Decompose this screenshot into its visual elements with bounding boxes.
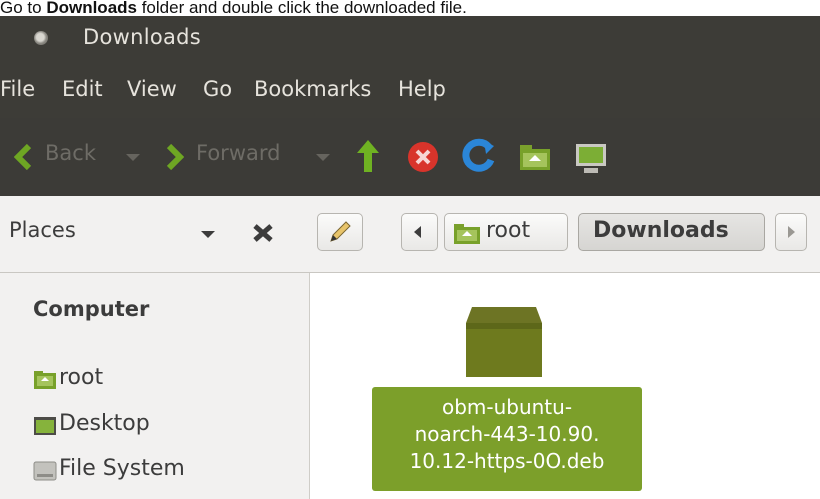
menu-bar: File Edit View Go Bookmarks Help (0, 66, 820, 118)
window-titlebar: Downloads (0, 16, 820, 66)
sidebar-item-label: root (59, 365, 104, 390)
window-close-dot-icon[interactable] (34, 31, 48, 45)
menu-help[interactable]: Help (398, 77, 446, 101)
caption-prefix: Go to (0, 0, 47, 17)
package-icon[interactable] (462, 301, 546, 381)
edit-location-button[interactable] (317, 213, 363, 251)
menu-view[interactable]: View (127, 77, 177, 101)
up-arrow-icon[interactable] (354, 138, 382, 174)
file-item-selected[interactable]: obm-ubuntu- noarch-443-10.90. 10.12-http… (372, 387, 642, 491)
home-folder-icon (34, 371, 56, 389)
file-name-line: noarch-443-10.90. (414, 422, 600, 446)
forward-button[interactable]: Forward (196, 141, 280, 165)
pencil-icon (330, 221, 351, 242)
close-sidebar-icon[interactable] (252, 223, 274, 243)
path-left-button[interactable] (401, 213, 438, 251)
path-right-button[interactable] (775, 213, 807, 251)
path-downloads-button[interactable]: Downloads (578, 213, 765, 251)
menu-go[interactable]: Go (203, 77, 232, 101)
path-downloads-label: Downloads (593, 218, 729, 243)
forward-dropdown-icon[interactable] (316, 154, 330, 161)
drive-icon (33, 461, 57, 481)
sidebar-heading: Computer (33, 297, 150, 321)
sidebar-item-label: Desktop (59, 411, 150, 436)
home-folder-icon (454, 224, 480, 244)
forward-arrow-icon[interactable] (166, 144, 184, 170)
file-name-line: 10.12-https-0O.deb (409, 449, 605, 473)
desktop-icon (34, 417, 56, 435)
back-button[interactable]: Back (45, 141, 96, 165)
reload-icon[interactable] (462, 138, 496, 174)
sidebar-item-label: File System (59, 456, 185, 481)
sidebar: Computer root Desktop File System (0, 273, 310, 499)
back-dropdown-icon[interactable] (126, 154, 140, 161)
caption-suffix: folder and double click the downloaded f… (136, 0, 467, 17)
computer-icon[interactable] (574, 142, 608, 176)
back-arrow-icon[interactable] (14, 144, 32, 170)
right-arrow-icon (788, 226, 795, 238)
menu-file[interactable]: File (0, 77, 35, 101)
caption-bold: Downloads (46, 0, 137, 17)
file-view: obm-ubuntu- noarch-443-10.90. 10.12-http… (310, 273, 820, 499)
home-folder-icon[interactable] (518, 142, 552, 172)
file-name-line: obm-ubuntu- (441, 395, 573, 419)
left-arrow-icon (414, 226, 421, 238)
window-title: Downloads (83, 25, 202, 49)
places-dropdown[interactable]: Places (9, 218, 76, 242)
stop-icon[interactable] (406, 140, 440, 174)
toolbar: Back Forward (0, 118, 820, 198)
path-root-button[interactable]: root (444, 213, 568, 251)
menu-edit[interactable]: Edit (62, 77, 103, 101)
location-bar: Places root Downloads (0, 196, 820, 273)
places-chevron-down-icon[interactable] (201, 231, 215, 238)
menu-bookmarks[interactable]: Bookmarks (254, 77, 371, 101)
path-root-label: root (486, 218, 531, 243)
